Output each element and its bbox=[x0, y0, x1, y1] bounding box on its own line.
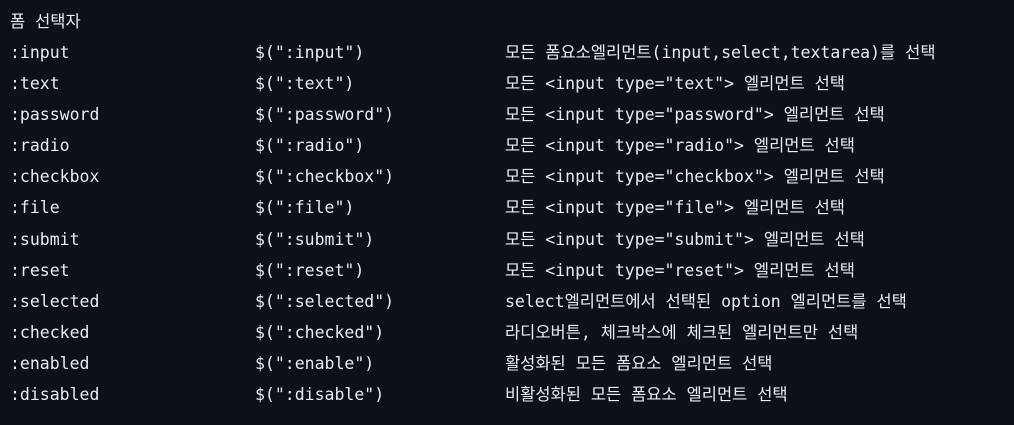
usage-cell: $(":reset") bbox=[255, 260, 365, 280]
usage-cell: $(":disable") bbox=[255, 385, 385, 405]
description-cell: select엘리먼트에서 선택된 option 엘리먼트를 선택 bbox=[505, 291, 907, 311]
table-row: :submit $(":submit") 모든 <input type="sub… bbox=[10, 224, 1014, 255]
selector-cell: :checkbox bbox=[10, 167, 100, 187]
usage-cell: $(":checkbox") bbox=[255, 167, 395, 187]
selector-cell: :enabled bbox=[10, 353, 90, 373]
selector-cell: :radio bbox=[10, 136, 70, 156]
table-row: :reset $(":reset") 모든 <input type="reset… bbox=[10, 255, 1014, 286]
usage-cell: $(":file") bbox=[255, 198, 355, 218]
table-row: :file $(":file") 모든 <input type="file"> … bbox=[10, 192, 1014, 223]
description-cell: 모든 <input type="checkbox"> 엘리먼트 선택 bbox=[505, 167, 885, 187]
table-row: :selected $(":selected") select엘리먼트에서 선택… bbox=[10, 286, 1014, 317]
selector-cell: :input bbox=[10, 43, 70, 62]
selector-cell: :selected bbox=[10, 291, 100, 311]
selector-cell: :text bbox=[10, 74, 60, 94]
selector-cell: :reset bbox=[10, 260, 70, 280]
description-cell: 모든 <input type="radio"> 엘리먼트 선택 bbox=[505, 136, 855, 156]
description-cell: 활성화된 모든 폼요소 엘리먼트 선택 bbox=[505, 353, 773, 373]
selector-cell: :checked bbox=[10, 322, 90, 342]
table-row: :password $(":password") 모든 <input type=… bbox=[10, 99, 1014, 130]
table-row: :checkbox $(":checkbox") 모든 <input type=… bbox=[10, 161, 1014, 192]
table-row: :disabled $(":disable") 비활성화된 모든 폼요소 엘리먼… bbox=[10, 379, 1014, 410]
usage-cell: $(":submit") bbox=[255, 229, 375, 249]
usage-cell: $(":enable") bbox=[255, 353, 375, 373]
selector-cell: :submit bbox=[10, 229, 80, 249]
table-row: :input $(":input") 모든 폼요소엘리먼트(input,sele… bbox=[10, 37, 1014, 68]
description-cell: 모든 <input type="reset"> 엘리먼트 선택 bbox=[505, 260, 855, 280]
description-cell: 모든 <input type="file"> 엘리먼트 선택 bbox=[505, 198, 845, 218]
usage-cell: $(":password") bbox=[255, 105, 395, 125]
selector-cell: :password bbox=[10, 105, 100, 125]
table-row: :enabled $(":enable") 활성화된 모든 폼요소 엘리먼트 선… bbox=[10, 348, 1014, 379]
table-row: :text $(":text") 모든 <input type="text"> … bbox=[10, 68, 1014, 99]
description-cell: 모든 <input type="submit"> 엘리먼트 선택 bbox=[505, 229, 865, 249]
code-block: 폼 선택자 :input $(":input") 모든 폼요소엘리먼트(inpu… bbox=[0, 0, 1014, 425]
usage-cell: $(":checked") bbox=[255, 322, 385, 342]
description-cell: 라디오버튼, 체크박스에 체크된 엘리먼트만 선택 bbox=[505, 322, 859, 342]
usage-cell: $(":selected") bbox=[255, 291, 395, 311]
usage-cell: $(":radio") bbox=[255, 136, 365, 156]
description-cell: 모든 <input type="password"> 엘리먼트 선택 bbox=[505, 105, 885, 125]
description-cell: 모든 <input type="text"> 엘리먼트 선택 bbox=[505, 74, 845, 94]
description-cell: 비활성화된 모든 폼요소 엘리먼트 선택 bbox=[505, 385, 788, 405]
table-row: :checked $(":checked") 라디오버튼, 체크박스에 체크된 … bbox=[10, 317, 1014, 348]
selector-cell: :disabled bbox=[10, 385, 100, 405]
selector-cell: :file bbox=[10, 198, 60, 218]
usage-cell: $(":input") bbox=[255, 43, 365, 62]
usage-cell: $(":text") bbox=[255, 74, 355, 94]
table-row: :radio $(":radio") 모든 <input type="radio… bbox=[10, 130, 1014, 161]
description-cell: 모든 폼요소엘리먼트(input,select,textarea)를 선택 bbox=[505, 43, 936, 62]
block-title: 폼 선택자 bbox=[10, 12, 81, 31]
